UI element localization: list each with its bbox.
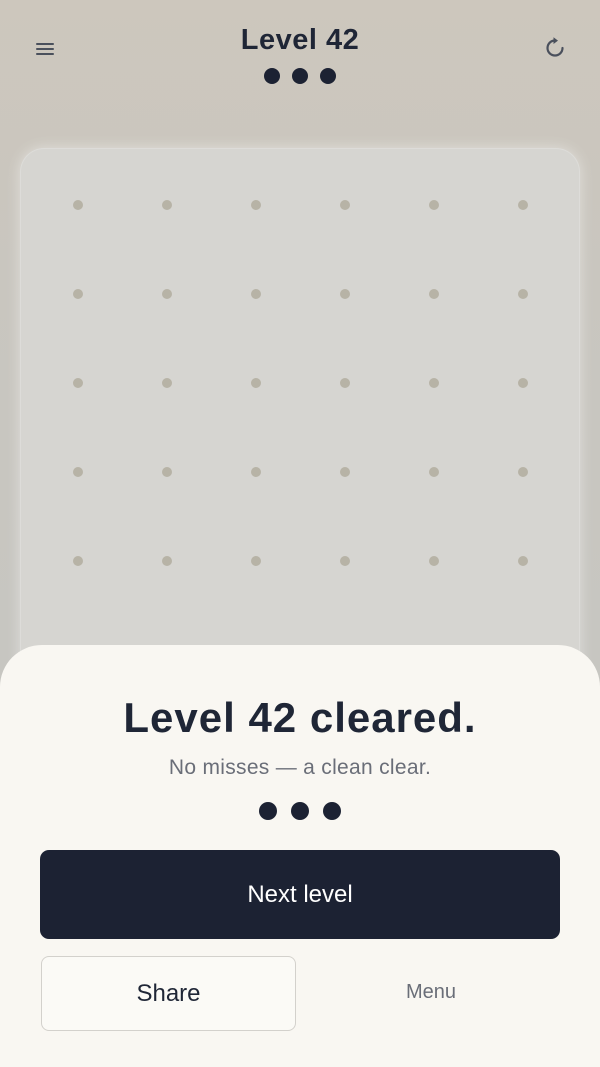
menu-button[interactable]: Menu — [306, 956, 556, 1029]
level-complete-sheet: Level 42 cleared. No misses — a clean cl… — [0, 645, 600, 1067]
next-level-button[interactable]: Next level — [40, 850, 560, 939]
grid-dot[interactable] — [251, 289, 261, 299]
grid-dot[interactable] — [518, 378, 528, 388]
result-star-dot-3 — [323, 802, 341, 820]
level-title: Level 42 — [240, 24, 360, 56]
share-button[interactable]: Share — [41, 956, 296, 1031]
grid-dot[interactable] — [429, 289, 439, 299]
grid-dot[interactable] — [429, 467, 439, 477]
grid-dot[interactable] — [429, 556, 439, 566]
grid-dot[interactable] — [251, 467, 261, 477]
grid-dot[interactable] — [162, 289, 172, 299]
grid-dot[interactable] — [162, 556, 172, 566]
grid-dot[interactable] — [429, 200, 439, 210]
grid-dot[interactable] — [73, 200, 83, 210]
grid-dot[interactable] — [73, 467, 83, 477]
grid-dot[interactable] — [162, 467, 172, 477]
grid-dot[interactable] — [518, 556, 528, 566]
restart-icon[interactable] — [540, 33, 570, 63]
grid-dot[interactable] — [251, 378, 261, 388]
grid-dot[interactable] — [251, 200, 261, 210]
dot-grid — [73, 200, 528, 566]
grid-dot[interactable] — [73, 556, 83, 566]
level-stars — [0, 68, 600, 84]
grid-dot[interactable] — [518, 467, 528, 477]
top-bar: Level 42 — [0, 0, 600, 110]
grid-dot[interactable] — [518, 200, 528, 210]
result-star-dot-1 — [259, 802, 277, 820]
game-board[interactable] — [20, 148, 580, 708]
grid-dot[interactable] — [340, 378, 350, 388]
result-subtitle: No misses — a clean clear. — [168, 756, 432, 779]
grid-dot[interactable] — [162, 378, 172, 388]
result-stars — [0, 802, 600, 820]
grid-dot[interactable] — [251, 556, 261, 566]
result-title: Level 42 cleared. — [123, 694, 477, 741]
grid-dot[interactable] — [518, 289, 528, 299]
grid-dot[interactable] — [340, 467, 350, 477]
star-dot-3 — [320, 68, 336, 84]
grid-dot[interactable] — [340, 289, 350, 299]
grid-dot[interactable] — [73, 378, 83, 388]
grid-dot[interactable] — [429, 378, 439, 388]
grid-dot[interactable] — [73, 289, 83, 299]
grid-dot[interactable] — [340, 200, 350, 210]
star-dot-1 — [264, 68, 280, 84]
star-dot-2 — [292, 68, 308, 84]
result-star-dot-2 — [291, 802, 309, 820]
grid-dot[interactable] — [162, 200, 172, 210]
grid-dot[interactable] — [340, 556, 350, 566]
